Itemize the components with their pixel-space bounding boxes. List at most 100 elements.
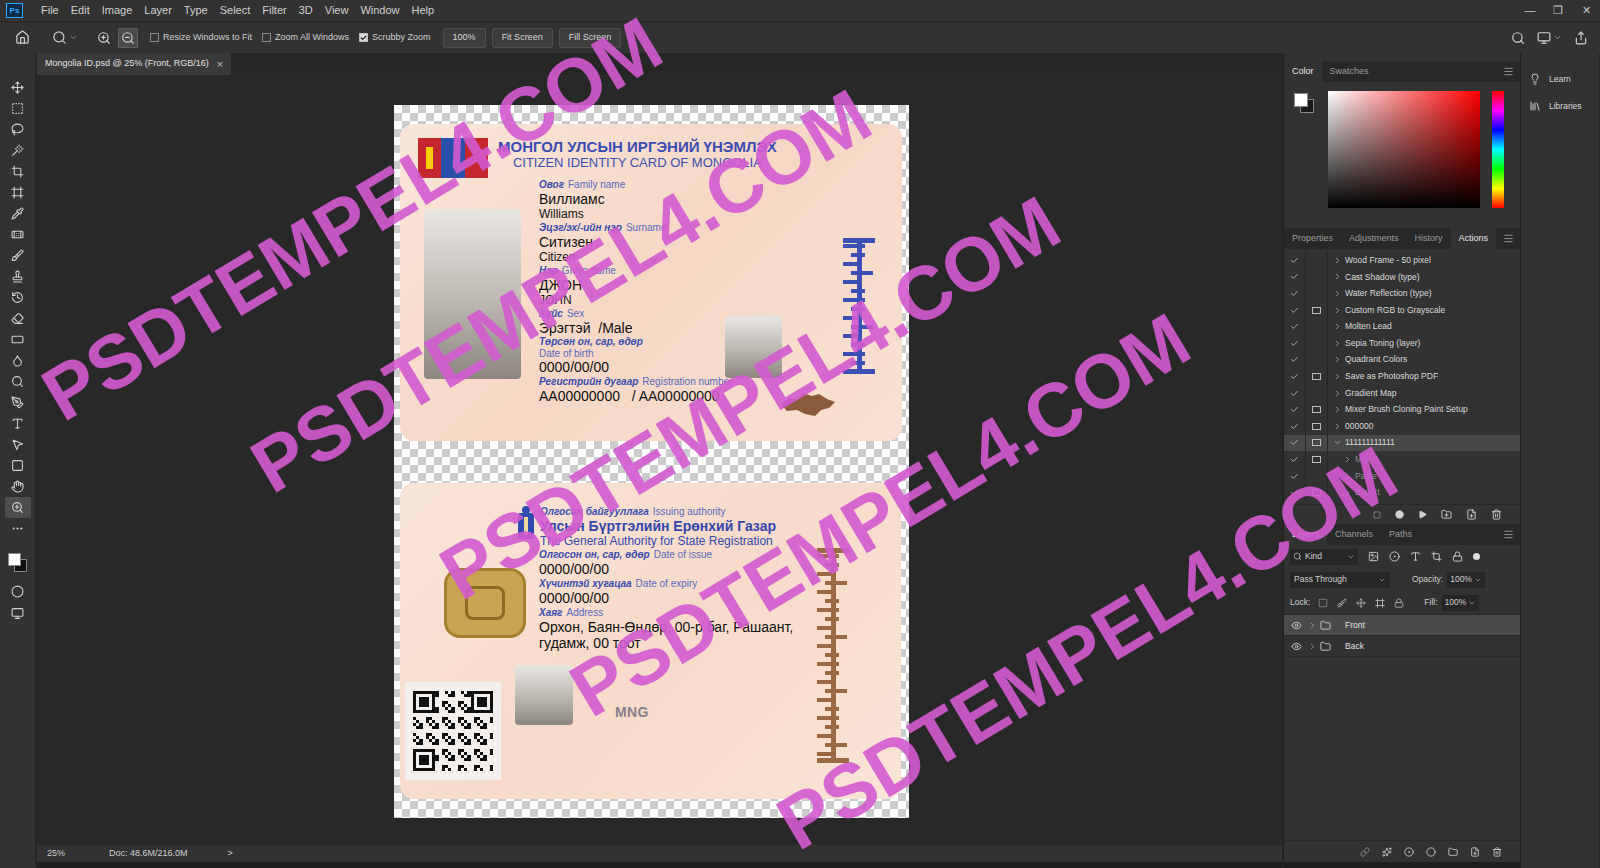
- hue-slider[interactable]: [1492, 91, 1504, 208]
- menu-item[interactable]: Layer: [138, 2, 178, 19]
- tool-button[interactable]: [5, 392, 31, 413]
- quick-mask-icon[interactable]: [11, 585, 24, 598]
- fill-field[interactable]: 100%: [1442, 595, 1480, 611]
- option-checkbox[interactable]: Zoom All Windows: [262, 31, 349, 45]
- dialog-toggle[interactable]: [1312, 406, 1321, 413]
- tool-button[interactable]: [5, 266, 31, 287]
- expand-icon[interactable]: [1333, 256, 1342, 265]
- menu-item[interactable]: Type: [178, 2, 214, 19]
- action-row[interactable]: Custom RGB to Grayscale: [1284, 302, 1520, 319]
- tool-button[interactable]: [5, 140, 31, 161]
- enabled-check-icon[interactable]: [1290, 339, 1299, 348]
- screen-mode-icon[interactable]: [11, 607, 24, 620]
- expand-icon[interactable]: [1333, 355, 1342, 364]
- visibility-icon[interactable]: [1291, 620, 1302, 631]
- pixel-filter-icon[interactable]: [1368, 551, 1379, 562]
- adjustment-filter-icon[interactable]: [1389, 551, 1400, 562]
- new-layer-icon[interactable]: [1470, 847, 1480, 857]
- panel-tab[interactable]: Properties: [1284, 228, 1341, 249]
- filter-select[interactable]: Kind: [1290, 549, 1358, 565]
- menu-item[interactable]: Help: [406, 2, 441, 19]
- option-button[interactable]: 100%: [443, 28, 486, 48]
- new-action-icon[interactable]: [1466, 509, 1477, 520]
- menu-item[interactable]: Image: [96, 2, 139, 19]
- expand-icon[interactable]: [1308, 642, 1317, 651]
- action-row[interactable]: Quadrant Colors: [1284, 352, 1520, 369]
- dialog-toggle[interactable]: [1312, 423, 1321, 430]
- tool-button[interactable]: [5, 203, 31, 224]
- lock-transparent-icon[interactable]: [1318, 598, 1328, 608]
- expand-icon[interactable]: [1333, 389, 1342, 398]
- expand-icon[interactable]: [1333, 405, 1342, 414]
- document-tab[interactable]: Mongolia ID.psd @ 25% (Front, RGB/16)×: [37, 53, 231, 75]
- enabled-check-icon[interactable]: [1290, 322, 1299, 331]
- tool-button[interactable]: [5, 161, 31, 182]
- tool-button[interactable]: [5, 308, 31, 329]
- smart-filter-icon[interactable]: [1452, 551, 1463, 562]
- enabled-check-icon[interactable]: [1290, 372, 1299, 381]
- dialog-toggle[interactable]: [1312, 307, 1321, 314]
- enabled-check-icon[interactable]: [1290, 272, 1299, 281]
- enabled-check-icon[interactable]: [1290, 472, 1299, 481]
- menu-item[interactable]: View: [319, 2, 355, 19]
- side-panel-button[interactable]: Libraries: [1521, 100, 1599, 113]
- enabled-check-icon[interactable]: [1290, 256, 1299, 265]
- action-row[interactable]: Water Reflection (type): [1284, 285, 1520, 302]
- tool-button[interactable]: [5, 77, 31, 98]
- expand-icon[interactable]: [1333, 438, 1342, 447]
- tool-button[interactable]: [5, 476, 31, 497]
- enabled-check-icon[interactable]: [1290, 289, 1299, 298]
- option-button[interactable]: Fit Screen: [492, 28, 553, 48]
- menu-item[interactable]: Edit: [65, 2, 96, 19]
- expand-icon[interactable]: [1333, 422, 1342, 431]
- dialog-toggle[interactable]: [1312, 439, 1321, 446]
- action-row[interactable]: 111111111111: [1284, 435, 1520, 452]
- panel-menu-icon[interactable]: [1503, 233, 1514, 244]
- panel-tab[interactable]: Swatches: [1322, 61, 1377, 82]
- menu-item[interactable]: 3D: [293, 2, 319, 19]
- menu-item[interactable]: Select: [214, 2, 257, 19]
- panel-tab[interactable]: Channels: [1327, 524, 1381, 545]
- visibility-icon[interactable]: [1291, 641, 1302, 652]
- zoom-in-button[interactable]: [94, 28, 114, 48]
- layer-row[interactable]: Back: [1284, 636, 1520, 657]
- shape-filter-icon[interactable]: [1431, 551, 1442, 562]
- action-row[interactable]: Molten Lead: [1284, 318, 1520, 335]
- action-row[interactable]: Export: [1284, 484, 1520, 501]
- enabled-check-icon[interactable]: [1290, 306, 1299, 315]
- dialog-toggle[interactable]: [1312, 373, 1321, 380]
- enabled-check-icon[interactable]: [1290, 422, 1299, 431]
- layer-row[interactable]: Front: [1284, 615, 1520, 636]
- fg-bg-swatch[interactable]: [1292, 91, 1316, 115]
- tool-button[interactable]: [5, 371, 31, 392]
- delete-icon[interactable]: [1491, 509, 1502, 520]
- mask-icon[interactable]: [1404, 847, 1414, 857]
- action-row[interactable]: 000000: [1284, 418, 1520, 435]
- new-set-icon[interactable]: [1441, 509, 1452, 520]
- window-control[interactable]: ✕: [1572, 2, 1600, 19]
- option-checkbox[interactable]: Scrubby Zoom: [359, 31, 431, 45]
- record-icon[interactable]: [1395, 510, 1404, 519]
- tool-button[interactable]: [5, 350, 31, 371]
- panel-tab[interactable]: Layers: [1284, 524, 1327, 545]
- adjustment-icon[interactable]: [1426, 847, 1436, 857]
- enabled-check-icon[interactable]: [1290, 455, 1299, 464]
- expand-icon[interactable]: [1343, 488, 1352, 497]
- action-row[interactable]: Mixer Brush Cloning Paint Setup: [1284, 401, 1520, 418]
- panel-tab[interactable]: History: [1407, 228, 1451, 249]
- tool-button[interactable]: [5, 497, 31, 518]
- tool-button[interactable]: [5, 518, 31, 539]
- lock-artboard-icon[interactable]: [1375, 598, 1385, 608]
- expand-icon[interactable]: [1343, 472, 1352, 481]
- play-icon[interactable]: [1418, 510, 1427, 519]
- color-field[interactable]: [1328, 91, 1480, 208]
- tool-button[interactable]: [5, 98, 31, 119]
- type-filter-icon[interactable]: [1410, 551, 1421, 562]
- expand-icon[interactable]: [1333, 339, 1342, 348]
- dropdown-icon[interactable]: [69, 33, 78, 42]
- status-menu[interactable]: >: [228, 847, 233, 861]
- menu-item[interactable]: Window: [354, 2, 405, 19]
- panel-menu-icon[interactable]: [1503, 529, 1514, 540]
- action-row[interactable]: Paste: [1284, 468, 1520, 485]
- enabled-check-icon[interactable]: [1290, 355, 1299, 364]
